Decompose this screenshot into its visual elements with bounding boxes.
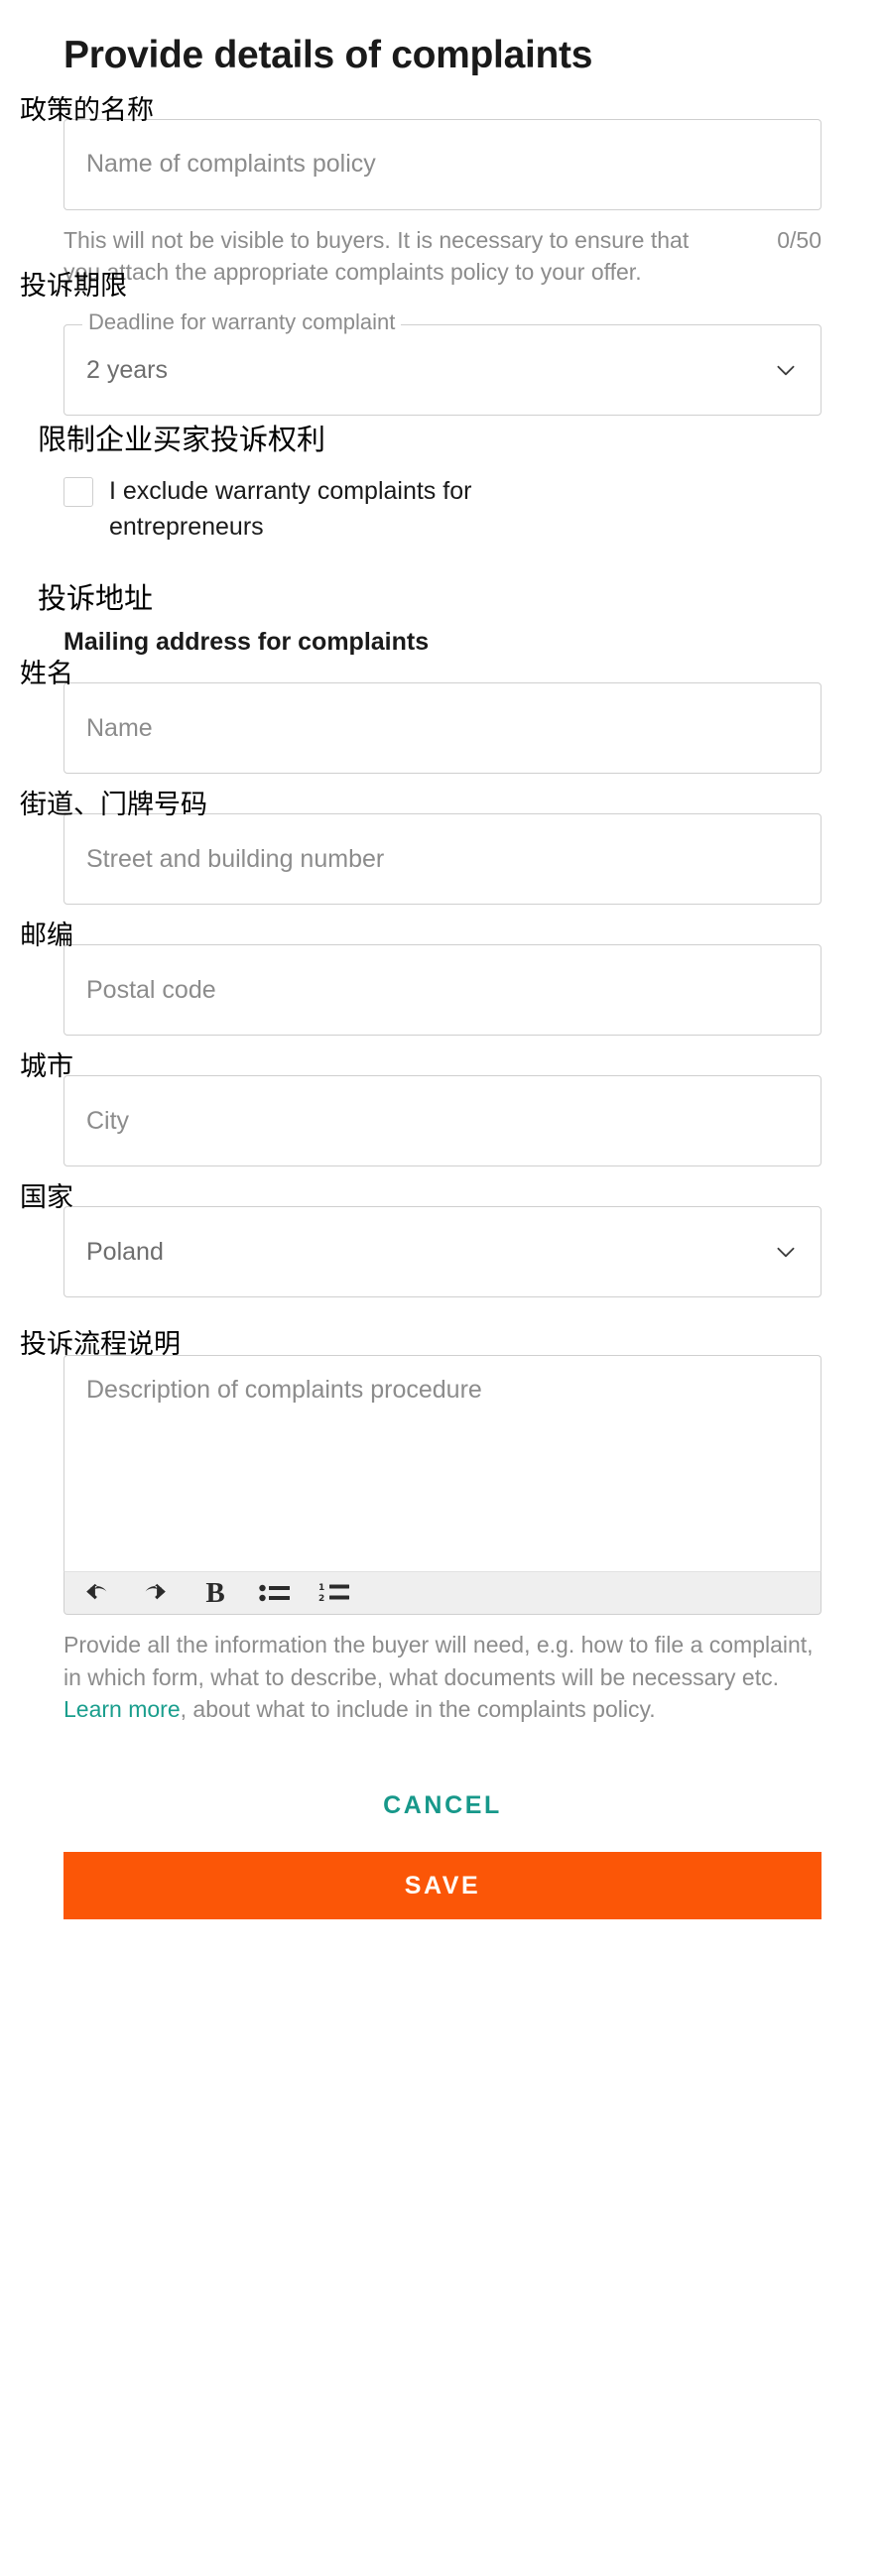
exclusion-group: 限制企业买家投诉权利 I exclude warranty complaints… [38, 426, 822, 545]
form-actions: CANCEL SAVE [63, 1781, 822, 1920]
procedure-cn-label: 投诉流程说明 [20, 1329, 181, 1361]
chevron-down-icon[interactable] [773, 1239, 799, 1265]
policy-name-char-counter: 0/50 [777, 226, 822, 253]
procedure-helper-text: Provide all the information the buyer wi… [63, 1629, 822, 1726]
exclusion-checkbox-row[interactable]: I exclude warranty complaints for entrep… [63, 474, 822, 545]
policy-name-helper-text: This will not be visible to buyers. It i… [63, 226, 690, 286]
procedure-helper-before: Provide all the information the buyer wi… [63, 1632, 814, 1690]
address-street-cn-label: 街道、门牌号码 [20, 790, 207, 821]
address-postal-cn-label: 邮编 [20, 920, 73, 952]
address-city-field-group: 城市 City [20, 1053, 822, 1167]
address-street-input[interactable]: Street and building number [63, 813, 822, 906]
page-title: Provide details of complaints [63, 34, 593, 76]
bold-icon[interactable]: B [197, 1577, 233, 1609]
procedure-textarea[interactable]: Description of complaints procedure [63, 1355, 822, 1572]
policy-name-cn-label: 政策的名称 [20, 94, 154, 126]
address-postal-placeholder: Postal code [86, 975, 216, 1004]
bulleted-list-icon[interactable] [257, 1577, 293, 1609]
exclusion-checkbox[interactable] [63, 477, 93, 508]
policy-name-field-group: 政策的名称 Name of complaints policy [20, 97, 822, 210]
procedure-editor-toolbar: B 1 2 [63, 1571, 822, 1616]
address-subtitle: Mailing address for complaints [63, 628, 430, 657]
address-country-select[interactable]: Poland [63, 1206, 822, 1298]
chevron-down-icon[interactable] [773, 357, 799, 383]
deadline-field-group: 投诉期限 Deadline for warranty complaint 2 y… [20, 273, 822, 417]
policy-name-placeholder: Name of complaints policy [86, 150, 376, 179]
svg-text:1: 1 [318, 1583, 324, 1593]
procedure-editor-group: 投诉流程说明 Description of complaints procedu… [20, 1331, 822, 1616]
deadline-selected-value: 2 years [86, 355, 168, 384]
address-cn-label: 投诉地址 [38, 581, 154, 616]
cancel-button[interactable]: CANCEL [363, 1781, 522, 1830]
deadline-legend: Deadline for warranty complaint [82, 311, 402, 334]
policy-name-helper-row: This will not be visible to buyers. It i… [63, 224, 822, 289]
procedure-helper-after: , about what to include in the complaint… [180, 1696, 656, 1723]
address-postal-input[interactable]: Postal code [63, 944, 822, 1037]
deadline-cn-label: 投诉期限 [20, 271, 127, 303]
procedure-placeholder: Description of complaints procedure [86, 1376, 482, 1405]
learn-more-link[interactable]: Learn more [63, 1696, 181, 1722]
address-street-placeholder: Street and building number [86, 844, 385, 873]
redo-icon[interactable] [138, 1577, 174, 1609]
address-name-cn-label: 姓名 [20, 659, 73, 690]
deadline-select[interactable]: 2 years [63, 324, 822, 417]
address-country-field-group: 国家 Poland [20, 1184, 822, 1298]
address-city-cn-label: 城市 [20, 1051, 73, 1083]
numbered-list-icon[interactable]: 1 2 [316, 1577, 352, 1609]
address-city-input[interactable]: City [63, 1075, 822, 1167]
undo-icon[interactable] [78, 1577, 114, 1609]
address-country-cn-label: 国家 [20, 1182, 73, 1214]
svg-text:2: 2 [318, 1594, 324, 1604]
exclusion-cn-label: 限制企业买家投诉权利 [38, 423, 326, 457]
address-city-placeholder: City [86, 1106, 130, 1135]
address-name-input[interactable]: Name [63, 682, 822, 775]
address-name-field-group: 姓名 Name [20, 661, 822, 775]
policy-name-input[interactable]: Name of complaints policy [63, 118, 822, 210]
save-button[interactable]: SAVE [63, 1852, 822, 1920]
address-country-selected-value: Poland [86, 1237, 164, 1266]
address-heading-group: 投诉地址 Mailing address for complaints [38, 584, 822, 657]
exclusion-checkbox-label: I exclude warranty complaints for entrep… [109, 477, 472, 541]
address-street-field-group: 街道、门牌号码 Street and building number [20, 792, 822, 906]
complaints-details-form: Provide details of complaints 政策的名称 Name… [0, 0, 885, 2576]
address-name-placeholder: Name [86, 713, 153, 742]
address-postal-field-group: 邮编 Postal code [20, 922, 822, 1037]
